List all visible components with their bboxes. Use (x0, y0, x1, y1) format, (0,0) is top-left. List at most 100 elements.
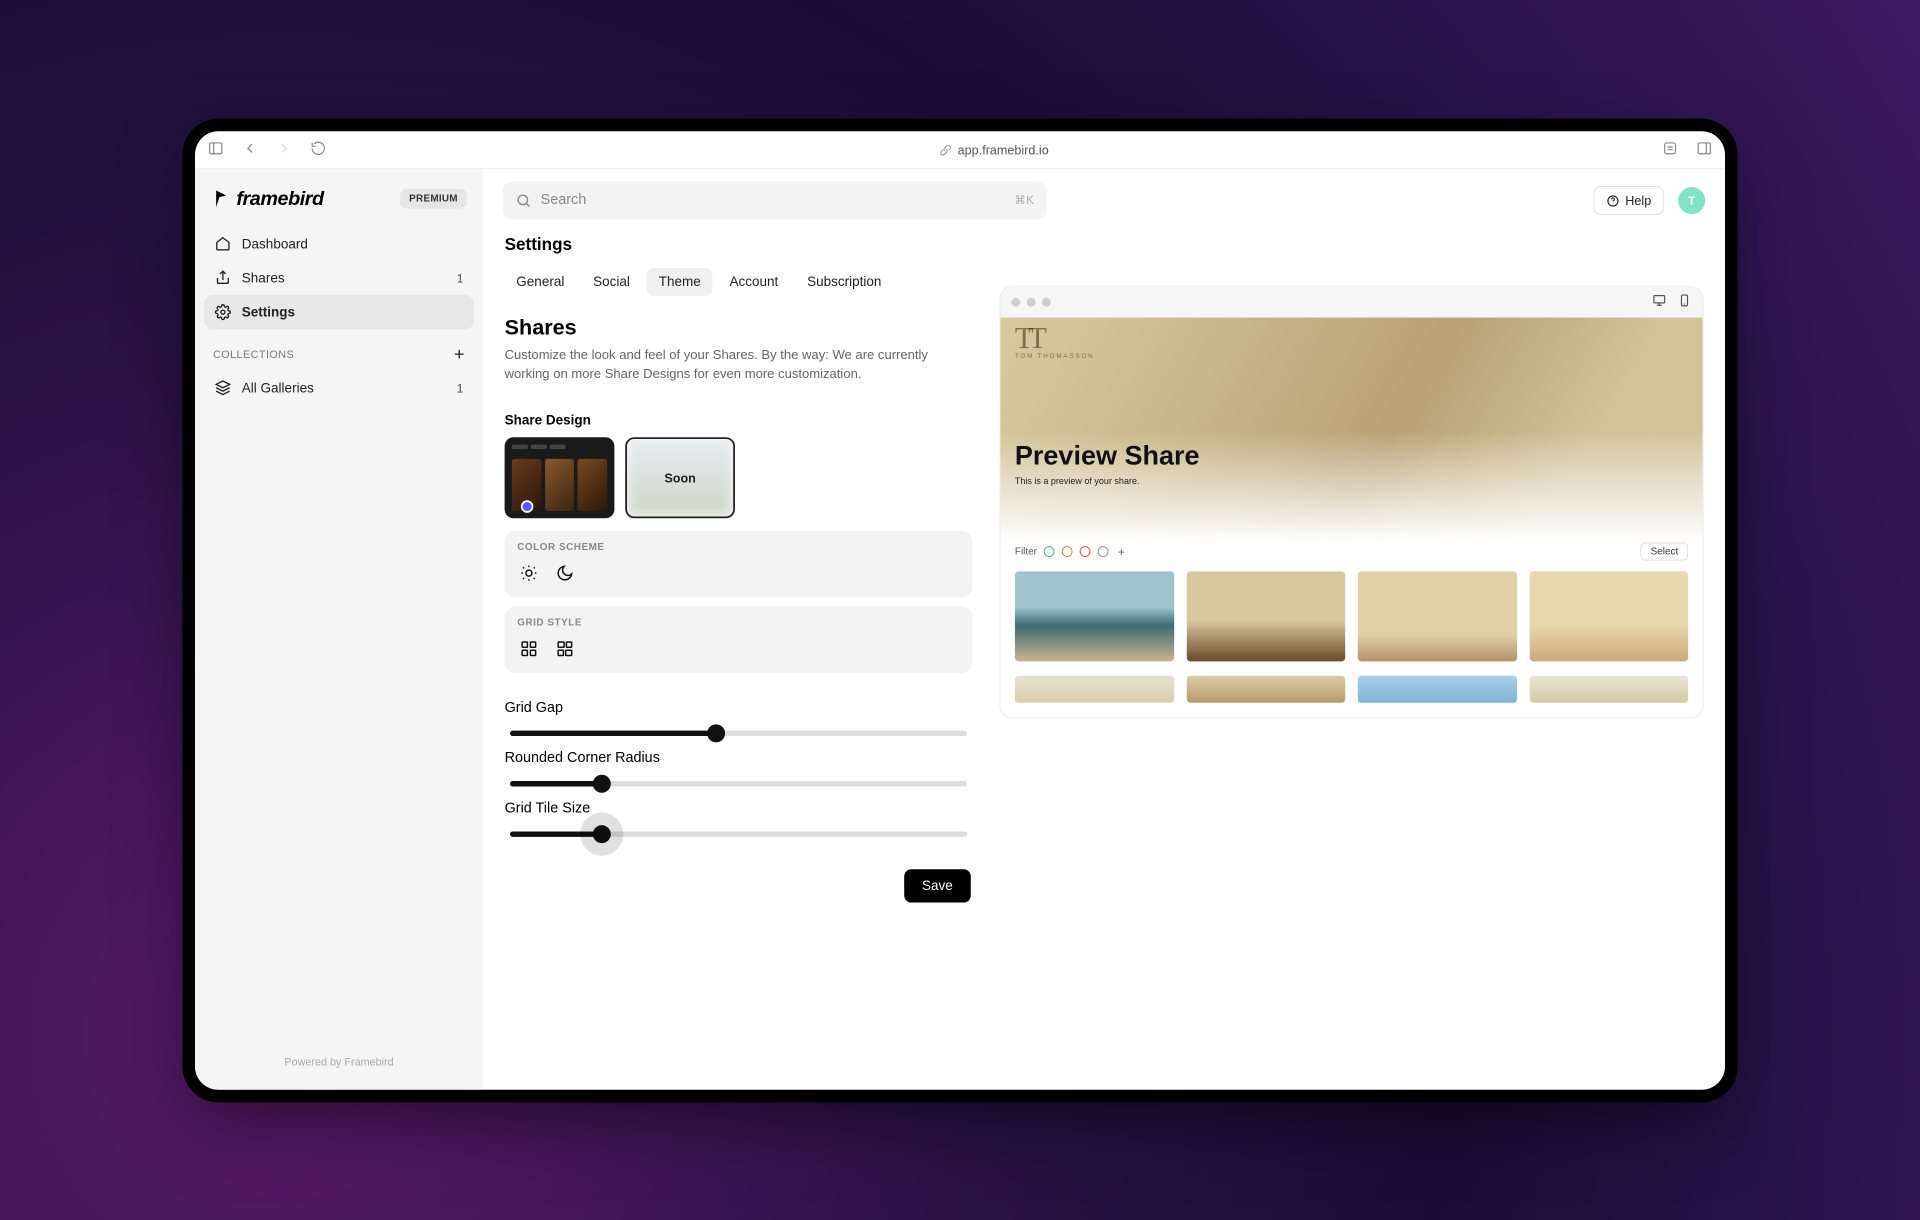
share-design-label: Share Design (505, 412, 973, 427)
tab-social[interactable]: Social (581, 268, 641, 296)
color-scheme-panel: COLOR SCHEME (505, 530, 973, 597)
preview-tile[interactable] (1186, 571, 1345, 661)
filter-color-orange[interactable] (1062, 546, 1073, 557)
save-button[interactable]: Save (904, 869, 971, 902)
search-placeholder: Search (541, 192, 587, 208)
settings-tabs: General Social Theme Account Subscriptio… (505, 268, 973, 296)
tab-general[interactable]: General (505, 268, 576, 296)
filter-add-button[interactable]: + (1118, 544, 1125, 558)
filter-color-grey[interactable] (1098, 546, 1109, 557)
color-scheme-label: COLOR SCHEME (517, 541, 960, 552)
grid-gap-slider[interactable] (510, 730, 967, 735)
mobile-icon (1677, 292, 1691, 306)
address-bar[interactable]: app.framebird.io (343, 142, 1646, 156)
url-text: app.framebird.io (958, 142, 1049, 156)
preview-tile[interactable] (1529, 675, 1688, 702)
sidebar-item-count: 1 (457, 271, 464, 285)
avatar[interactable]: T (1678, 187, 1705, 214)
grid-masonry-icon (556, 639, 574, 657)
sidebar-toggle-icon[interactable] (208, 140, 224, 159)
filter-label: Filter (1015, 546, 1037, 557)
nav-forward-icon[interactable] (276, 140, 292, 159)
browser-toolbar: app.framebird.io (195, 131, 1725, 169)
preview-title: Preview Share (1015, 440, 1688, 471)
preview-brand-sub: TOM THOMASSON (1015, 353, 1688, 359)
sidebar-item-label: Settings (242, 304, 295, 319)
preview-grid-row2 (1001, 675, 1703, 716)
brand-logo[interactable]: framebird (211, 187, 323, 210)
grid-style-uniform-button[interactable] (517, 637, 540, 660)
sidebar-item-shares[interactable]: Shares 1 (204, 260, 474, 294)
corner-radius-label: Rounded Corner Radius (505, 750, 973, 766)
sidebar-item-label: Dashboard (242, 236, 308, 251)
preview-desktop-button[interactable] (1652, 292, 1666, 311)
nav-back-icon[interactable] (242, 140, 258, 159)
tile-size-slider[interactable] (510, 831, 967, 836)
grid-style-label: GRID STYLE (517, 617, 960, 628)
preview-tile[interactable] (1358, 675, 1517, 702)
section-title: Shares (505, 315, 973, 340)
moon-icon (556, 564, 574, 582)
preview-tile[interactable] (1015, 571, 1174, 661)
sidebar-item-settings[interactable]: Settings (204, 295, 474, 329)
grid-gap-label: Grid Gap (505, 700, 973, 716)
sidebar-item-all-galleries[interactable]: All Galleries 1 (204, 370, 474, 404)
preview-filter-bar: Filter + Select (1001, 542, 1703, 571)
share-icon[interactable] (1662, 140, 1678, 159)
add-collection-button[interactable]: + (454, 345, 465, 363)
help-button[interactable]: Help (1594, 186, 1664, 215)
desktop-icon (1652, 292, 1666, 306)
preview-tile[interactable] (1186, 675, 1345, 702)
share-design-option-1[interactable] (505, 437, 615, 518)
section-description: Customize the look and feel of your Shar… (505, 346, 955, 384)
dark-mode-button[interactable] (553, 561, 576, 584)
topbar: Search ⌘K Help T (483, 169, 1725, 232)
preview-tile[interactable] (1015, 675, 1174, 702)
grid-style-panel: GRID STYLE (505, 606, 973, 673)
tab-theme[interactable]: Theme (647, 268, 712, 296)
preview-mobile-button[interactable] (1677, 292, 1691, 311)
brand-name: framebird (236, 187, 323, 210)
filter-color-red[interactable] (1080, 546, 1091, 557)
help-label: Help (1625, 193, 1651, 207)
grid-uniform-icon (520, 639, 538, 657)
corner-radius-slider[interactable] (510, 781, 967, 786)
premium-badge: PREMIUM (400, 188, 467, 208)
search-input[interactable]: Search ⌘K (503, 181, 1047, 219)
filter-color-green[interactable] (1044, 546, 1055, 557)
search-shortcut: ⌘K (1014, 193, 1034, 207)
collections-header: COLLECTIONS (213, 348, 294, 361)
sidebar-footer: Powered by Framebird (204, 1042, 474, 1073)
preview-grid (1001, 571, 1703, 675)
window-dots-icon (1011, 297, 1051, 306)
grid-style-masonry-button[interactable] (553, 637, 576, 660)
sun-icon (520, 564, 538, 582)
tab-account[interactable]: Account (718, 268, 790, 296)
help-icon (1606, 193, 1620, 206)
light-mode-button[interactable] (517, 561, 540, 584)
preview-brand-monogram: TT (1015, 328, 1688, 349)
share-design-option-soon: Soon (625, 437, 735, 518)
preview-tile[interactable] (1358, 571, 1517, 661)
page-title: Settings (505, 235, 973, 255)
search-icon (515, 192, 531, 208)
reload-icon[interactable] (310, 140, 326, 159)
main: Search ⌘K Help T Settings General Social… (483, 169, 1725, 1090)
preview-panel: TT TOM THOMASSON Preview Share This is a… (1000, 286, 1704, 718)
tab-subscription[interactable]: Subscription (795, 268, 893, 296)
app-window: app.framebird.io framebird PREMIUM Dashb… (195, 131, 1725, 1090)
preview-panel-wrapper: TT TOM THOMASSON Preview Share This is a… (1000, 232, 1704, 1068)
sidebar-item-dashboard[interactable]: Dashboard (204, 226, 474, 260)
tabs-icon[interactable] (1696, 140, 1712, 159)
sidebar-item-count: 1 (457, 381, 464, 395)
tile-size-label: Grid Tile Size (505, 800, 973, 816)
sidebar: framebird PREMIUM Dashboard Shares 1 Set… (195, 169, 483, 1090)
preview-tile[interactable] (1529, 571, 1688, 661)
sidebar-item-label: Shares (242, 270, 285, 285)
preview-hero: TT TOM THOMASSON Preview Share This is a… (1001, 317, 1703, 542)
selected-indicator-icon (521, 500, 534, 513)
preview-select-button[interactable]: Select (1641, 542, 1688, 560)
preview-subtitle: This is a preview of your share. (1015, 476, 1688, 486)
sidebar-item-label: All Galleries (242, 380, 314, 395)
settings-panel: Settings General Social Theme Account Su… (505, 232, 973, 1068)
